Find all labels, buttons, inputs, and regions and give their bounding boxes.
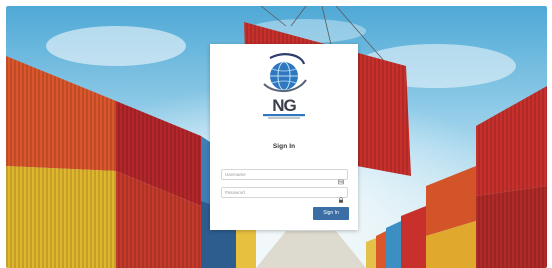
password-field[interactable] xyxy=(221,187,348,203)
company-logo: NG xyxy=(250,50,318,124)
login-card: NG Sign In Username Sign In xyxy=(210,44,358,230)
password-input[interactable] xyxy=(225,188,335,197)
username-input[interactable] xyxy=(225,170,335,179)
id-card-icon xyxy=(338,172,345,185)
sign-in-button[interactable]: Sign In xyxy=(313,207,349,220)
username-field[interactable] xyxy=(221,169,348,185)
svg-text:NG: NG xyxy=(272,96,296,115)
lock-icon xyxy=(338,190,344,203)
login-page: NG Sign In Username Sign In xyxy=(0,0,552,268)
sign-in-title: Sign In xyxy=(272,143,296,150)
